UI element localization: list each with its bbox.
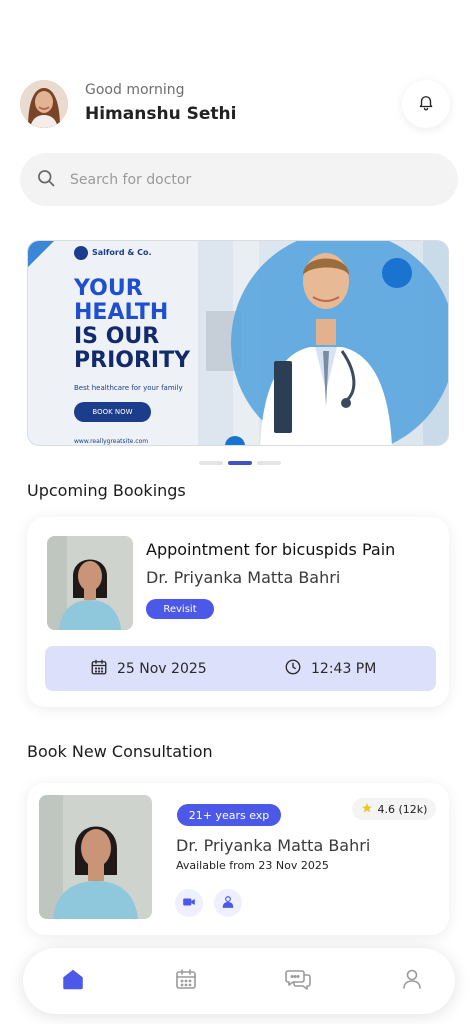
greeting-text: Good morning <box>85 82 185 98</box>
upcoming-booking-card[interactable]: Appointment for bicuspids Pain Dr. Priya… <box>27 517 449 707</box>
appointment-doctor: Dr. Priyanka Matta Bahri <box>146 568 341 587</box>
nav-chat[interactable] <box>284 967 312 995</box>
appointment-date-text: 25 Nov 2025 <box>117 660 207 677</box>
nav-calendar[interactable] <box>172 967 200 995</box>
search-bar[interactable] <box>20 153 458 206</box>
promo-banner[interactable]: Salford & Co. YOUR HEALTH IS OUR PRIORIT… <box>27 240 449 446</box>
doctor-card[interactable]: 21+ years exp 4.6 (12k) Dr. Priyanka Mat… <box>27 783 449 935</box>
appointment-date: 25 Nov 2025 <box>90 646 207 691</box>
home-icon <box>60 966 86 996</box>
bell-icon <box>417 93 435 115</box>
doctor-name: Dr. Priyanka Matta Bahri <box>176 836 371 855</box>
brand-logo-icon <box>74 246 88 260</box>
availability-text: Available from 23 Nov 2025 <box>176 859 329 872</box>
search-input[interactable] <box>70 171 410 188</box>
banner-headline: YOUR HEALTH IS OUR PRIORITY <box>74 277 224 373</box>
banner-headline-line: YOUR <box>74 276 143 301</box>
rating-text: 4.6 (12k) <box>377 802 428 816</box>
appointment-title: Appointment for bicuspids Pain <box>146 540 396 559</box>
book-now-button[interactable]: BOOK NOW <box>74 402 151 422</box>
banner-brand: Salford & Co. <box>92 248 152 257</box>
banner-url: www.reallygreatsite.com <box>74 438 149 445</box>
star-icon <box>361 802 373 817</box>
carousel-indicators <box>199 461 281 465</box>
doctor-photo <box>47 536 133 630</box>
notifications-button[interactable] <box>402 80 450 128</box>
book-consultation-title: Book New Consultation <box>27 742 213 761</box>
calendar-icon <box>174 967 198 995</box>
user-name: Himanshu Sethi <box>85 104 237 124</box>
nav-home[interactable] <box>59 967 87 995</box>
header: Good morning Himanshu Sethi <box>20 80 450 130</box>
banner-headline-line: IS OUR <box>74 324 160 349</box>
nav-profile[interactable] <box>398 967 426 995</box>
search-icon <box>36 168 56 192</box>
clock-icon <box>284 658 302 680</box>
profile-icon <box>400 967 424 995</box>
carousel-dot-active[interactable] <box>228 461 252 465</box>
appointment-time: 12:43 PM <box>284 646 376 691</box>
calendar-icon <box>90 658 108 680</box>
carousel-dot[interactable] <box>257 461 281 465</box>
video-call-button[interactable] <box>175 889 203 917</box>
banner-subtitle: Best healthcare for your family <box>74 384 183 392</box>
avatar[interactable] <box>20 80 68 128</box>
appointment-datetime-bar: 25 Nov 2025 12:43 PM <box>45 646 436 691</box>
doctor-profile-icon <box>221 894 235 913</box>
bottom-nav <box>23 948 455 1014</box>
doctor-photo <box>39 795 152 919</box>
revisit-badge: Revisit <box>146 599 214 619</box>
banner-headline-line: PRIORITY <box>74 348 191 373</box>
experience-badge: 21+ years exp <box>177 804 281 826</box>
rating-badge: 4.6 (12k) <box>352 798 436 820</box>
video-call-icon <box>182 894 196 913</box>
appointment-time-text: 12:43 PM <box>311 660 377 677</box>
chat-icon <box>284 966 312 996</box>
doctor-profile-button[interactable] <box>214 889 242 917</box>
carousel-dot[interactable] <box>199 461 223 465</box>
upcoming-bookings-title: Upcoming Bookings <box>27 481 186 500</box>
banner-headline-line: HEALTH <box>74 300 169 325</box>
